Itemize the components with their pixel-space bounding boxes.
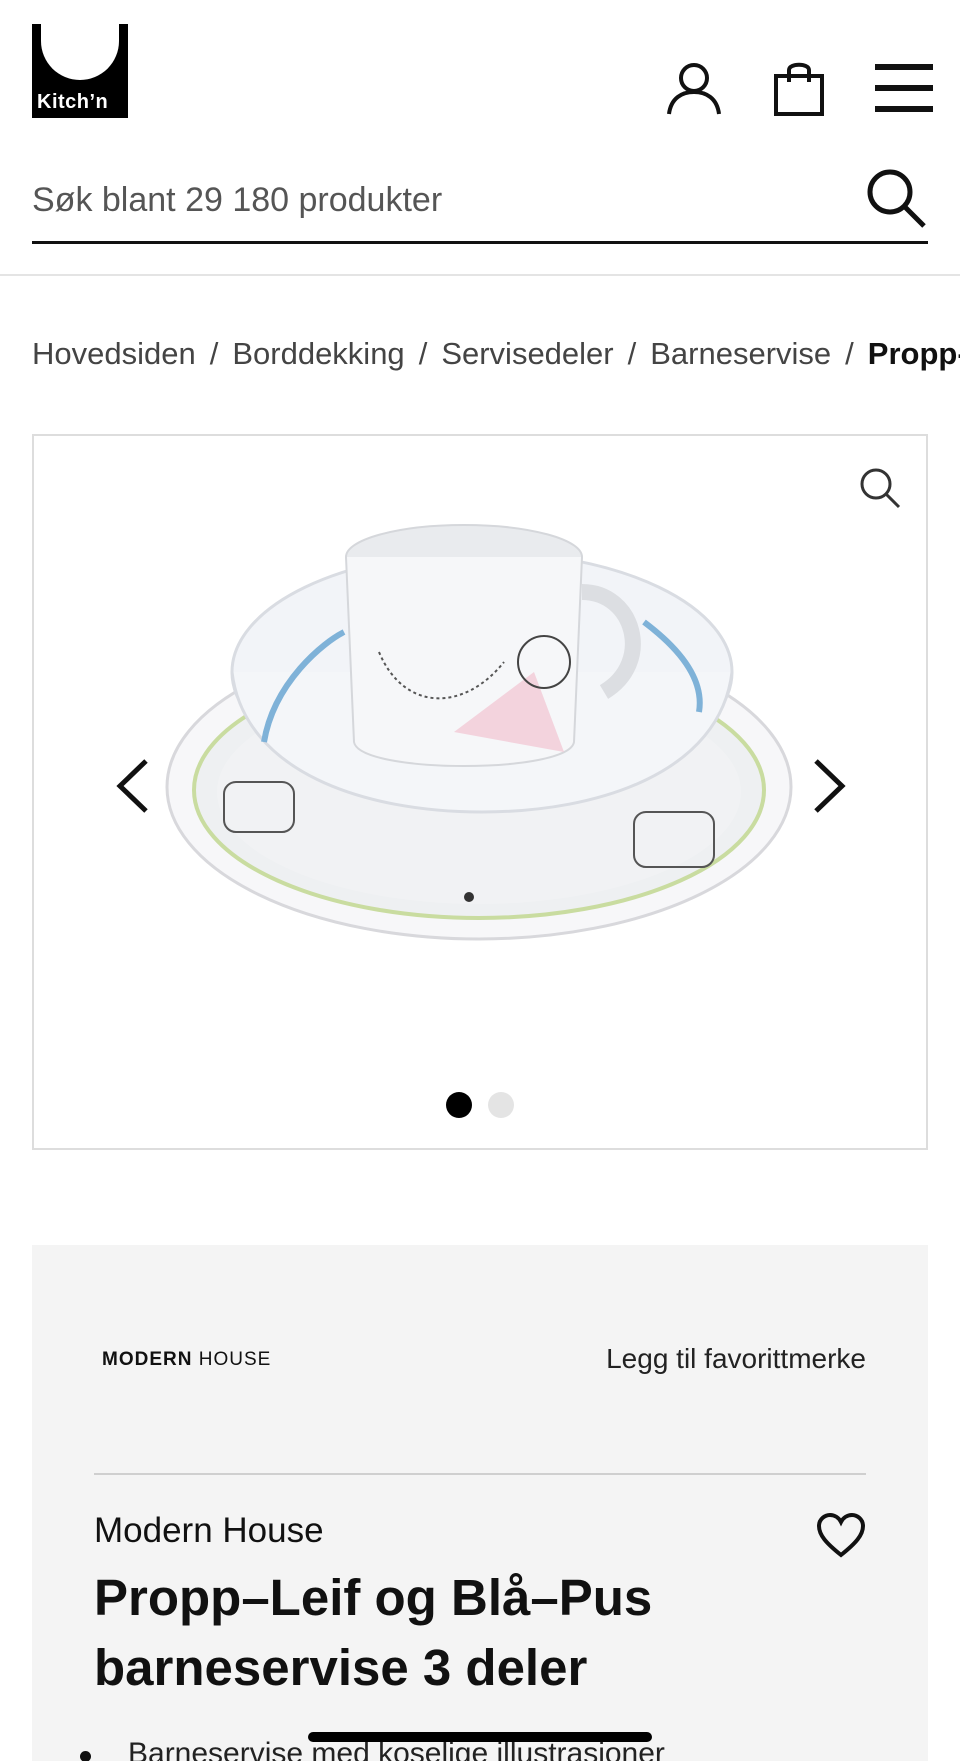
next-image-button[interactable] [804,756,856,816]
previous-image-button[interactable] [106,756,158,816]
product-brand[interactable]: Modern House [94,1511,324,1551]
breadcrumb: Hovedsiden / Borddekking / Servisedeler / Barn… [32,336,960,376]
breadcrumb-item-home[interactable]: Hovedsiden [32,336,196,372]
search-input[interactable] [32,172,852,228]
logo-bowl-shape [41,24,119,80]
gallery-pagination [34,1092,926,1118]
heart-icon[interactable] [816,1512,866,1561]
pagination-dot-2[interactable] [488,1092,514,1118]
breadcrumb-item-servisedeler[interactable]: Servisedeler [441,336,613,372]
breadcrumb-separator: / [627,336,637,371]
breadcrumb-item-borddekking[interactable]: Borddekking [232,336,404,372]
user-icon[interactable] [662,56,726,120]
breadcrumb-current: Propp-Leif og Blå-Pus barneservise 3 del… [867,336,960,371]
breadcrumb-item-barneservise[interactable]: Barneservise [650,336,831,372]
product-title: Propp–Leif og Blå–Pus barneservise 3 del… [94,1569,653,1696]
logo-text: Kitch’n [37,91,109,113]
divider [94,1473,866,1475]
product-image [164,512,794,952]
kitchn-logo[interactable]: Kitch’n [32,24,128,118]
product-image-gallery[interactable] [32,434,928,1150]
breadcrumb-separator: / [418,336,428,371]
add-to-favorites-link[interactable]: Legg til favorittmerke [606,1343,866,1375]
zoom-icon[interactable] [858,466,902,510]
brand-logo-light: HOUSE [198,1349,272,1370]
pagination-dot-1[interactable] [446,1092,472,1118]
hamburger-menu-icon[interactable] [872,56,936,120]
breadcrumb-separator: / [209,336,219,371]
product-info-panel: MODERN HOUSE Legg til favorittmerke Mode… [32,1245,928,1761]
breadcrumb-separator: / [845,336,854,371]
home-indicator [308,1732,652,1742]
shopping-bag-icon[interactable] [767,56,831,120]
brand-logo-bold: MODERN [102,1349,193,1370]
search-icon[interactable] [864,166,928,230]
search-bar [32,160,928,244]
brand-logo[interactable]: MODERN HOUSE [102,1349,271,1371]
site-header: Kitch’n [0,0,960,276]
